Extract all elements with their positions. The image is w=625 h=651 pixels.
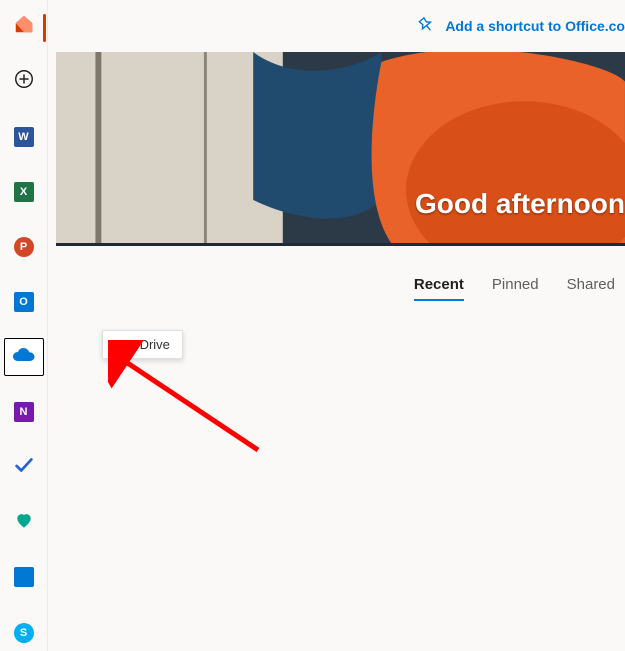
home-active-indicator [43,14,46,42]
add-shortcut-link[interactable]: Add a shortcut to Office.co [417,16,625,37]
sidebar: W X P O N [0,0,48,651]
content-tabs: Recent Pinned Shared [48,276,625,301]
plus-circle-icon [13,68,35,95]
annotation-arrow-icon [108,340,278,470]
onenote-icon: N [14,402,34,422]
todo-check-icon [13,454,35,481]
sidebar-item-create[interactable] [4,63,44,100]
main-content: Add a shortcut to Office.co Good afterno… [48,0,625,651]
topbar: Add a shortcut to Office.co [48,0,625,52]
heart-icon [14,510,34,535]
outlook-icon: O [14,292,34,312]
hero-greeting: Good afternoon [415,188,625,220]
onedrive-tooltip: OneDrive [102,330,183,359]
sidebar-item-home[interactable] [4,8,44,45]
sidebar-item-word[interactable]: W [4,118,44,155]
office-home-app: W X P O N [0,0,625,651]
word-icon: W [14,127,34,147]
excel-icon: X [14,182,34,202]
sidebar-item-skype[interactable]: S [4,614,44,651]
sidebar-item-calendar[interactable] [4,559,44,596]
sidebar-item-outlook[interactable]: O [4,283,44,320]
skype-icon: S [14,623,34,643]
tab-shared[interactable]: Shared [567,276,615,301]
tab-recent[interactable]: Recent [414,276,464,301]
add-shortcut-label: Add a shortcut to Office.co [445,18,625,34]
sidebar-item-onenote[interactable]: N [4,394,44,431]
calendar-icon [14,567,34,587]
sidebar-item-powerpoint[interactable]: P [4,228,44,265]
tab-pinned[interactable]: Pinned [492,276,539,301]
sidebar-item-todo[interactable] [4,449,44,486]
sidebar-item-excel[interactable]: X [4,173,44,210]
onedrive-icon [12,347,36,368]
sidebar-item-onedrive[interactable] [4,338,44,375]
powerpoint-icon: P [14,237,34,257]
sidebar-item-family[interactable] [4,504,44,541]
home-icon [13,13,35,40]
hero-banner: Good afternoon [56,52,625,246]
pin-icon [417,16,435,37]
